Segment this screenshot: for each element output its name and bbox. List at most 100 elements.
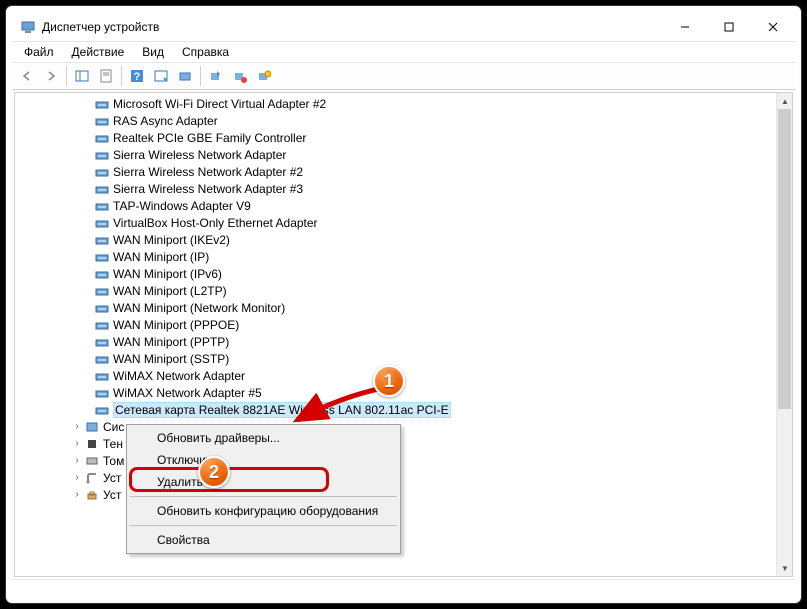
tree-item-label: Sierra Wireless Network Adapter #3 bbox=[113, 182, 303, 196]
svg-text:?: ? bbox=[134, 71, 141, 83]
network-adapter-icon bbox=[95, 165, 109, 179]
menu-view[interactable]: Вид bbox=[134, 43, 172, 61]
tree-item[interactable]: Sierra Wireless Network Adapter #2 bbox=[15, 163, 776, 180]
tree-category-label: Сис bbox=[103, 420, 124, 434]
scan-hardware-button[interactable] bbox=[174, 65, 196, 87]
properties-button[interactable] bbox=[95, 65, 117, 87]
annotation-badge-1: 1 bbox=[373, 365, 405, 397]
minimize-button[interactable] bbox=[663, 12, 707, 41]
tree-item[interactable]: WAN Miniport (PPPOE) bbox=[15, 316, 776, 333]
category-icon bbox=[85, 420, 99, 434]
tree-item[interactable]: WAN Miniport (PPTP) bbox=[15, 333, 776, 350]
cm-rescan[interactable]: Обновить конфигурацию оборудования bbox=[129, 500, 398, 522]
category-icon bbox=[85, 454, 99, 468]
network-adapter-icon bbox=[95, 267, 109, 281]
cm-separator bbox=[130, 525, 397, 526]
network-adapter-icon bbox=[95, 369, 109, 383]
tree-item-label: VirtualBox Host-Only Ethernet Adapter bbox=[113, 216, 318, 230]
tree-item-label: WAN Miniport (IKEv2) bbox=[113, 233, 230, 247]
toolbar: ? bbox=[12, 62, 795, 90]
forward-button[interactable] bbox=[40, 65, 62, 87]
tree-item[interactable]: WAN Miniport (IKEv2) bbox=[15, 231, 776, 248]
scroll-down-button[interactable]: ▼ bbox=[777, 560, 793, 576]
tree-item[interactable]: WAN Miniport (L2TP) bbox=[15, 282, 776, 299]
tree-item-label: Sierra Wireless Network Adapter #2 bbox=[113, 165, 303, 179]
context-menu: Обновить драйверы... Отключить Удалить О… bbox=[126, 424, 401, 554]
device-manager-window: Диспетчер устройств Файл Действие Вид Сп… bbox=[12, 12, 795, 597]
update-driver-button[interactable] bbox=[205, 65, 227, 87]
tree-item-selected[interactable]: Сетевая карта Realtek 8821AE Wireless LA… bbox=[15, 401, 776, 418]
network-adapter-icon bbox=[95, 97, 109, 111]
expand-icon[interactable]: › bbox=[71, 421, 83, 432]
tree-item-label: WAN Miniport (SSTP) bbox=[113, 352, 229, 366]
toolbar-separator bbox=[66, 66, 67, 86]
tree-item-label: Realtek PCIe GBE Family Controller bbox=[113, 131, 306, 145]
maximize-button[interactable] bbox=[707, 12, 751, 41]
tree-item[interactable]: Sierra Wireless Network Adapter #3 bbox=[15, 180, 776, 197]
network-adapter-icon bbox=[95, 386, 109, 400]
tree-item-label: WAN Miniport (L2TP) bbox=[113, 284, 227, 298]
tree-category-label: Уст bbox=[103, 488, 121, 502]
close-button[interactable] bbox=[751, 12, 795, 41]
network-adapter-icon bbox=[95, 233, 109, 247]
expand-icon[interactable]: › bbox=[71, 438, 83, 449]
tree-item[interactable]: TAP-Windows Adapter V9 bbox=[15, 197, 776, 214]
help-button[interactable]: ? bbox=[126, 65, 148, 87]
cm-disable[interactable]: Отключить bbox=[129, 449, 398, 471]
expand-icon[interactable]: › bbox=[71, 455, 83, 466]
menu-file[interactable]: Файл bbox=[16, 43, 62, 61]
tree-item-label: WAN Miniport (PPPOE) bbox=[113, 318, 239, 332]
cm-separator bbox=[130, 496, 397, 497]
network-adapter-icon bbox=[95, 131, 109, 145]
network-adapter-icon bbox=[95, 301, 109, 315]
tree-item[interactable]: RAS Async Adapter bbox=[15, 112, 776, 129]
tree-item[interactable]: WAN Miniport (IP) bbox=[15, 248, 776, 265]
tree-item[interactable]: WAN Miniport (SSTP) bbox=[15, 350, 776, 367]
menu-help[interactable]: Справка bbox=[174, 43, 237, 61]
category-icon bbox=[85, 471, 99, 485]
device-tree-panel: Microsoft Wi-Fi Direct Virtual Adapter #… bbox=[14, 92, 793, 577]
tree-item-label: WiMAX Network Adapter #5 bbox=[113, 386, 262, 400]
expand-icon[interactable]: › bbox=[71, 472, 83, 483]
tree-item[interactable]: Realtek PCIe GBE Family Controller bbox=[15, 129, 776, 146]
tree-item-label: RAS Async Adapter bbox=[113, 114, 218, 128]
cm-delete[interactable]: Удалить bbox=[129, 471, 398, 493]
tree-item-label: WAN Miniport (PPTP) bbox=[113, 335, 229, 349]
menu-action[interactable]: Действие bbox=[64, 43, 133, 61]
tree-item-label: TAP-Windows Adapter V9 bbox=[113, 199, 251, 213]
category-icon bbox=[85, 488, 99, 502]
tree-category-label: Том bbox=[103, 454, 124, 468]
network-adapter-icon bbox=[95, 250, 109, 264]
network-adapter-icon bbox=[95, 182, 109, 196]
tree-item[interactable]: Microsoft Wi-Fi Direct Virtual Adapter #… bbox=[15, 95, 776, 112]
scroll-up-button[interactable]: ▲ bbox=[777, 93, 793, 109]
toolbar-separator bbox=[121, 66, 122, 86]
scroll-thumb[interactable] bbox=[778, 109, 791, 409]
window-title: Диспетчер устройств bbox=[42, 20, 663, 34]
category-icon bbox=[85, 437, 99, 451]
cm-update-drivers[interactable]: Обновить драйверы... bbox=[129, 427, 398, 449]
tree-item-label: Sierra Wireless Network Adapter bbox=[113, 148, 286, 162]
back-button[interactable] bbox=[16, 65, 38, 87]
show-hide-tree-button[interactable] bbox=[71, 65, 93, 87]
tree-item[interactable]: WAN Miniport (IPv6) bbox=[15, 265, 776, 282]
network-adapter-icon bbox=[95, 216, 109, 230]
tree-category-label: Тен bbox=[103, 437, 123, 451]
tree-item-label: Microsoft Wi-Fi Direct Virtual Adapter #… bbox=[113, 97, 326, 111]
annotation-badge-2: 2 bbox=[198, 456, 230, 488]
network-adapter-icon bbox=[95, 318, 109, 332]
app-icon bbox=[20, 19, 36, 35]
cm-properties[interactable]: Свойства bbox=[129, 529, 398, 551]
uninstall-button[interactable] bbox=[229, 65, 251, 87]
tree-item[interactable]: Sierra Wireless Network Adapter bbox=[15, 146, 776, 163]
tree-item[interactable]: VirtualBox Host-Only Ethernet Adapter bbox=[15, 214, 776, 231]
network-adapter-icon bbox=[95, 403, 109, 417]
titlebar: Диспетчер устройств bbox=[12, 12, 795, 42]
tree-item[interactable]: WAN Miniport (Network Monitor) bbox=[15, 299, 776, 316]
expand-icon[interactable]: › bbox=[71, 489, 83, 500]
vertical-scrollbar[interactable]: ▲ ▼ bbox=[776, 93, 792, 576]
network-adapter-icon bbox=[95, 284, 109, 298]
action-button[interactable] bbox=[150, 65, 172, 87]
statusbar bbox=[12, 579, 795, 597]
disable-button[interactable] bbox=[253, 65, 275, 87]
